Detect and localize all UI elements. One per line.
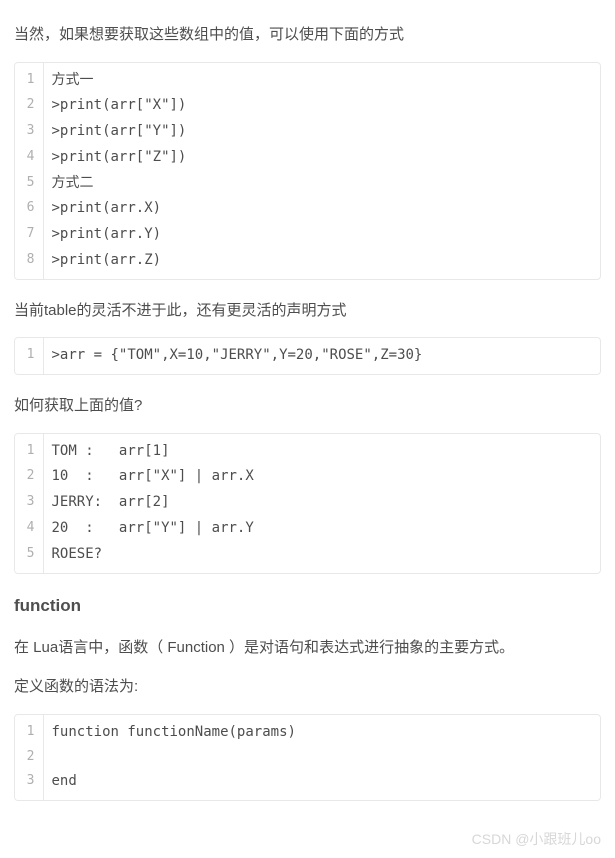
watermark: CSDN @小跟班儿oo [472,828,601,852]
line-number: 3 [15,119,43,145]
line-number: 1 [15,338,43,374]
code-line: 6>print(arr.X) [15,196,600,222]
paragraph-table-flex: 当前table的灵活不进于此，还有更灵活的声明方式 [14,298,601,324]
code-line: 5方式二 [15,171,600,197]
line-number: 5 [15,171,43,197]
paragraph-function-syntax: 定义函数的语法为: [14,674,601,700]
code-line: 2 [15,745,600,769]
line-number: 1 [15,715,43,746]
code-block-3: 1TOM : arr[1]210 : arr["X"] | arr.X3JERR… [14,433,601,574]
code-content: JERRY: arr[2] [43,490,600,516]
code-line: 3JERRY: arr[2] [15,490,600,516]
code-line: 7>print(arr.Y) [15,222,600,248]
code-block-1: 1方式一2>print(arr["X"])3>print(arr["Y"])4>… [14,62,601,280]
code-table: 1function functionName(params)23end [15,715,600,801]
code-line: 1>arr = {"TOM",X=10,"JERRY",Y=20,"ROSE",… [15,338,600,374]
code-content [43,745,600,769]
code-content: TOM : arr[1] [43,434,600,465]
line-number: 5 [15,542,43,573]
line-number: 6 [15,196,43,222]
line-number: 4 [15,516,43,542]
line-number: 1 [15,434,43,465]
code-content: function functionName(params) [43,715,600,746]
code-line: 3end [15,769,600,800]
code-line: 4>print(arr["Z"]) [15,145,600,171]
paragraph-how-get: 如何获取上面的值? [14,393,601,419]
code-content: >print(arr["X"]) [43,93,600,119]
code-line: 1function functionName(params) [15,715,600,746]
code-content: >print(arr.Y) [43,222,600,248]
code-table: 1>arr = {"TOM",X=10,"JERRY",Y=20,"ROSE",… [15,338,600,374]
code-line: 2>print(arr["X"]) [15,93,600,119]
line-number: 3 [15,769,43,800]
line-number: 4 [15,145,43,171]
code-line: 1TOM : arr[1] [15,434,600,465]
line-number: 2 [15,464,43,490]
paragraph-intro: 当然，如果想要获取这些数组中的值，可以使用下面的方式 [14,22,601,48]
heading-function: function [14,592,601,621]
line-number: 1 [15,63,43,94]
code-block-2: 1>arr = {"TOM",X=10,"JERRY",Y=20,"ROSE",… [14,337,601,375]
line-number: 2 [15,745,43,769]
code-content: 方式二 [43,171,600,197]
line-number: 7 [15,222,43,248]
line-number: 2 [15,93,43,119]
code-content: >arr = {"TOM",X=10,"JERRY",Y=20,"ROSE",Z… [43,338,600,374]
code-line: 5ROESE? [15,542,600,573]
code-line: 3>print(arr["Y"]) [15,119,600,145]
code-content: >print(arr.X) [43,196,600,222]
code-content: 10 : arr["X"] | arr.X [43,464,600,490]
paragraph-function-desc: 在 Lua语言中，函数（ Function ）是对语句和表达式进行抽象的主要方式… [14,635,601,661]
code-content: >print(arr["Z"]) [43,145,600,171]
code-line: 8>print(arr.Z) [15,248,600,279]
code-content: end [43,769,600,800]
code-table: 1方式一2>print(arr["X"])3>print(arr["Y"])4>… [15,63,600,279]
code-line: 420 : arr["Y"] | arr.Y [15,516,600,542]
line-number: 8 [15,248,43,279]
code-line: 210 : arr["X"] | arr.X [15,464,600,490]
line-number: 3 [15,490,43,516]
code-block-4: 1function functionName(params)23end [14,714,601,802]
code-content: 20 : arr["Y"] | arr.Y [43,516,600,542]
code-content: ROESE? [43,542,600,573]
code-content: 方式一 [43,63,600,94]
code-content: >print(arr.Z) [43,248,600,279]
code-content: >print(arr["Y"]) [43,119,600,145]
code-line: 1方式一 [15,63,600,94]
code-table: 1TOM : arr[1]210 : arr["X"] | arr.X3JERR… [15,434,600,573]
